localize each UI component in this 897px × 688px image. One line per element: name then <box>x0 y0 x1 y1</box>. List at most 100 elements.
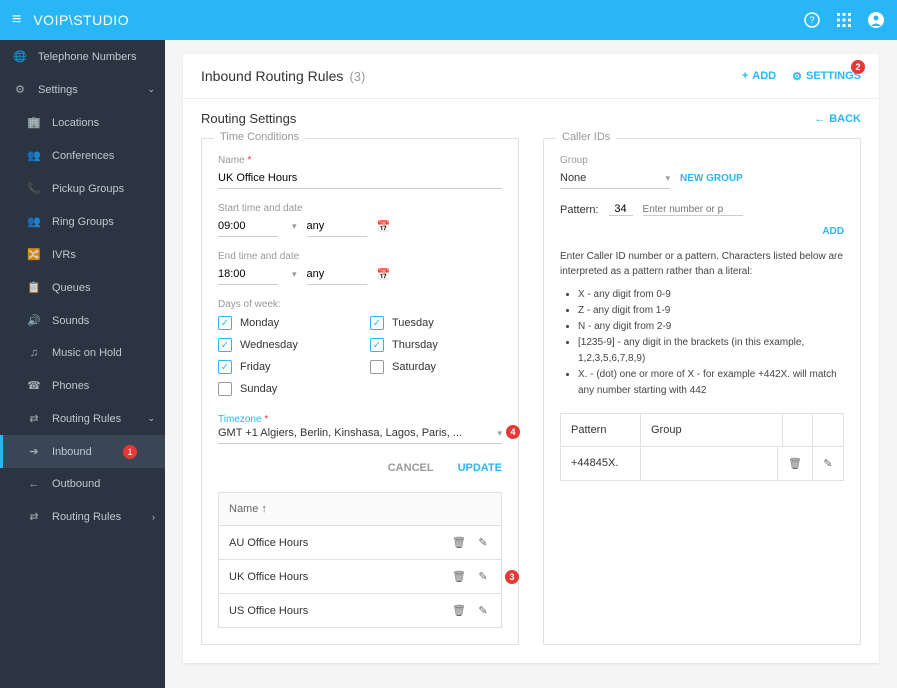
pattern-input[interactable] <box>643 204 743 216</box>
chevron-right-icon: › <box>152 512 155 522</box>
sidebar-item-routing-rules-2[interactable]: ⇄Routing Rules› <box>0 500 165 533</box>
column-group: Group <box>641 414 783 446</box>
delete-icon[interactable]: 🗑 <box>778 447 813 480</box>
sidebar-item-label: Settings <box>38 84 78 96</box>
end-date-input[interactable] <box>307 264 367 285</box>
caller-table: Pattern Group +44845X. 🗑 ✎ <box>560 413 844 481</box>
table-row: US Office Hours 🗑 ✎ <box>219 594 501 627</box>
apps-icon[interactable] <box>835 11 853 29</box>
timezone-select[interactable]: GMT +1 Algiers, Berlin, Kinshasa, Lagos,… <box>218 427 493 439</box>
queue-icon: 📋 <box>26 281 42 294</box>
conference-icon: 👥 <box>26 149 42 162</box>
page-subtitle: Routing Settings <box>201 111 296 126</box>
sidebar-item-label: Phones <box>52 380 89 392</box>
edit-icon[interactable]: ✎ <box>475 604 491 617</box>
help-item: Z - any digit from 1-9 <box>578 303 844 319</box>
table-row: +44845X. 🗑 ✎ <box>561 447 843 480</box>
app-logo: VOIP\STUDIO <box>33 12 129 28</box>
sidebar-item-sounds[interactable]: 🔊Sounds <box>0 304 165 337</box>
sidebar-item-label: Music on Hold <box>52 347 122 359</box>
sidebar-item-label: Queues <box>52 282 91 294</box>
cancel-button[interactable]: CANCEL <box>388 462 434 474</box>
back-button[interactable]: ←BACK <box>814 113 861 125</box>
update-button[interactable]: UPDATE <box>458 462 502 474</box>
new-group-button[interactable]: NEW GROUP <box>680 173 743 184</box>
start-date-input[interactable] <box>307 216 367 237</box>
name-input[interactable] <box>218 168 502 189</box>
sidebar-item-music-on-hold[interactable]: ♫ Music on Hold <box>0 337 165 369</box>
add-pattern-button[interactable]: ADD <box>560 226 844 237</box>
start-time-input[interactable] <box>218 216 278 237</box>
sidebar-item-label: Inbound <box>52 446 92 458</box>
table-header: Name ↑ <box>219 493 501 526</box>
chevron-down-icon[interactable]: ▾ <box>292 221 297 232</box>
chevron-down-icon[interactable]: ▾ <box>292 269 297 280</box>
panel-title: Time Conditions <box>214 131 305 143</box>
edit-icon[interactable]: ✎ <box>475 570 491 583</box>
help-item: X - any digit from 0-9 <box>578 287 844 303</box>
sidebar-item-pickup-groups[interactable]: 📞Pickup Groups <box>0 172 165 205</box>
main-content: Inbound Routing Rules (3) +ADD ⚙SETTINGS… <box>165 40 897 688</box>
user-icon[interactable] <box>867 11 885 29</box>
sidebar-item-settings[interactable]: ⚙ Settings ⌄ <box>0 73 165 106</box>
help-list: X - any digit from 0-9 Z - any digit fro… <box>560 287 844 399</box>
page-header: Inbound Routing Rules (3) +ADD ⚙SETTINGS… <box>183 54 879 99</box>
edit-icon[interactable]: ✎ <box>813 447 843 480</box>
row-group <box>641 447 778 480</box>
delete-icon[interactable]: 🗑 <box>451 570 467 583</box>
end-time-input[interactable] <box>218 264 278 285</box>
checkbox-thursday[interactable]: ✓ <box>370 338 384 352</box>
phone-icon: ☎ <box>26 379 42 392</box>
pattern-prefix-input[interactable] <box>609 203 633 216</box>
svg-text:?: ? <box>809 15 814 25</box>
day-label: Monday <box>240 317 279 329</box>
back-arrow-icon: ← <box>814 113 825 125</box>
topbar: ≡ VOIP\STUDIO ? <box>0 0 897 40</box>
calendar-icon[interactable]: 📅 <box>377 220 391 233</box>
page-card: Inbound Routing Rules (3) +ADD ⚙SETTINGS… <box>183 54 879 663</box>
sound-icon: 🔊 <box>26 314 42 327</box>
chevron-down-icon[interactable]: ▾ <box>497 428 502 439</box>
page-title: Inbound Routing Rules <box>201 68 343 84</box>
day-label: Tuesday <box>392 317 434 329</box>
sidebar-item-outbound[interactable]: ←Outbound <box>0 468 165 500</box>
sidebar-item-inbound[interactable]: ➔Inbound1 <box>0 435 165 468</box>
calendar-icon[interactable]: 📅 <box>377 268 391 281</box>
checkbox-tuesday[interactable]: ✓ <box>370 316 384 330</box>
sidebar-item-label: Locations <box>52 117 99 129</box>
hamburger-icon[interactable]: ≡ <box>12 11 21 29</box>
sidebar-item-ivrs[interactable]: 🔀IVRs <box>0 238 165 271</box>
gear-icon: ⚙ <box>12 83 28 96</box>
checkbox-sunday[interactable]: ✓ <box>218 382 232 396</box>
sidebar-item-label: IVRs <box>52 249 76 261</box>
help-text: Enter Caller ID number or a pattern. Cha… <box>560 249 844 279</box>
sidebar-item-phones[interactable]: ☎ Phones <box>0 369 165 402</box>
help-icon[interactable]: ? <box>803 11 821 29</box>
checkbox-wednesday[interactable]: ✓ <box>218 338 232 352</box>
settings-button[interactable]: ⚙SETTINGS 2 <box>792 70 861 83</box>
group-select[interactable]: None▾ <box>560 168 670 189</box>
badge-count: 1 <box>123 445 137 459</box>
day-label: Sunday <box>240 383 277 395</box>
music-icon: ♫ <box>26 347 42 359</box>
row-name: AU Office Hours <box>229 537 443 549</box>
checkbox-saturday[interactable]: ✓ <box>370 360 384 374</box>
ring-groups-icon: 👥 <box>26 215 42 228</box>
sidebar-item-conferences[interactable]: 👥Conferences <box>0 139 165 172</box>
sidebar-item-queues[interactable]: 📋 Queues <box>0 271 165 304</box>
sidebar-item-ring-groups[interactable]: 👥Ring Groups <box>0 205 165 238</box>
sidebar-item-routing-rules[interactable]: ⇄Routing Rules⌄ <box>0 402 165 435</box>
add-button[interactable]: +ADD <box>742 70 776 82</box>
chevron-down-icon: ⌄ <box>147 84 155 95</box>
delete-icon[interactable]: 🗑 <box>451 536 467 549</box>
checkbox-friday[interactable]: ✓ <box>218 360 232 374</box>
sidebar-item-locations[interactable]: 🏢Locations <box>0 106 165 139</box>
table-row: UK Office Hours 🗑 ✎ 3 <box>219 560 501 594</box>
sort-icon[interactable]: ↑ <box>261 503 267 515</box>
delete-icon[interactable]: 🗑 <box>451 604 467 617</box>
outbound-arrow-icon: ← <box>26 478 42 490</box>
edit-icon[interactable]: ✎ <box>475 536 491 549</box>
sidebar-item-telephone-numbers[interactable]: 🌐Telephone Numbers <box>0 40 165 73</box>
checkbox-monday[interactable]: ✓ <box>218 316 232 330</box>
chevron-down-icon: ▾ <box>665 173 670 184</box>
